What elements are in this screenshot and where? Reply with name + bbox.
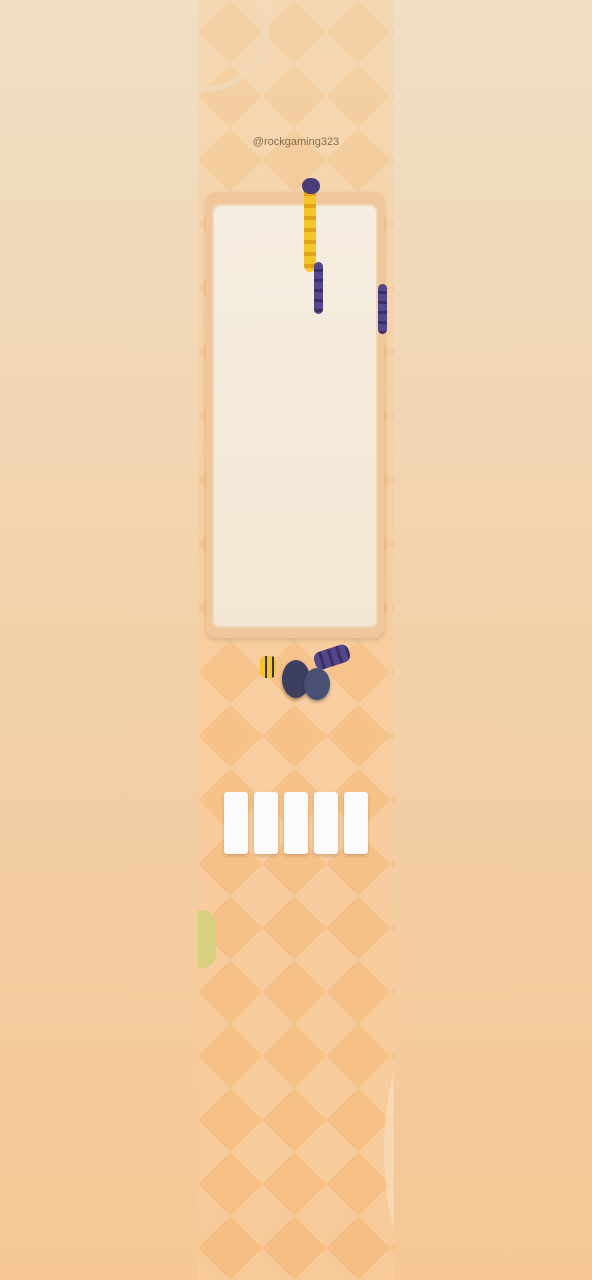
- purple-worm-head[interactable]: [302, 178, 320, 194]
- game-viewport[interactable]: @rockgaming323: [198, 0, 394, 1280]
- slot-1: [224, 792, 248, 854]
- yellow-worm-small[interactable]: [260, 656, 276, 678]
- leaf-decoration: [198, 910, 216, 968]
- purple-worm-edge[interactable]: [378, 284, 387, 334]
- player-username: @rockgaming323: [252, 136, 340, 148]
- slot-2: [254, 792, 278, 854]
- slot-4: [314, 792, 338, 854]
- yellow-worm[interactable]: [304, 184, 316, 272]
- slot-5: [344, 792, 368, 854]
- purple-worm-bottom[interactable]: [312, 642, 352, 672]
- decorative-curve-bottom: [384, 1030, 394, 1270]
- purple-worm[interactable]: [314, 262, 323, 314]
- left-blurred-backdrop: [0, 0, 198, 1280]
- dark-chip-2[interactable]: [304, 668, 330, 700]
- decorative-curve: [198, 0, 270, 92]
- right-blurred-backdrop: [394, 0, 592, 1280]
- game-board[interactable]: [212, 204, 378, 628]
- slot-3: [284, 792, 308, 854]
